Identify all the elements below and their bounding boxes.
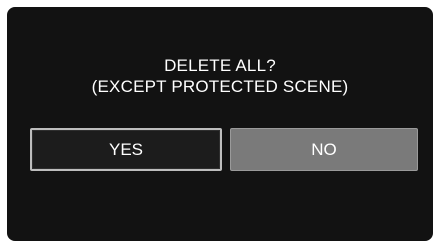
yes-button-label: YES <box>108 139 144 159</box>
yes-button[interactable]: YES <box>30 128 222 171</box>
lcd-screen: DELETE ALL? (EXCEPT PROTECTED SCENE) YES… <box>7 7 433 241</box>
confirmation-message: DELETE ALL? (EXCEPT PROTECTED SCENE) <box>7 55 433 97</box>
message-title: DELETE ALL? <box>164 56 276 75</box>
no-button[interactable]: NO <box>230 128 418 171</box>
message-subtitle: (EXCEPT PROTECTED SCENE) <box>91 77 349 96</box>
no-button-label: NO <box>311 139 337 159</box>
